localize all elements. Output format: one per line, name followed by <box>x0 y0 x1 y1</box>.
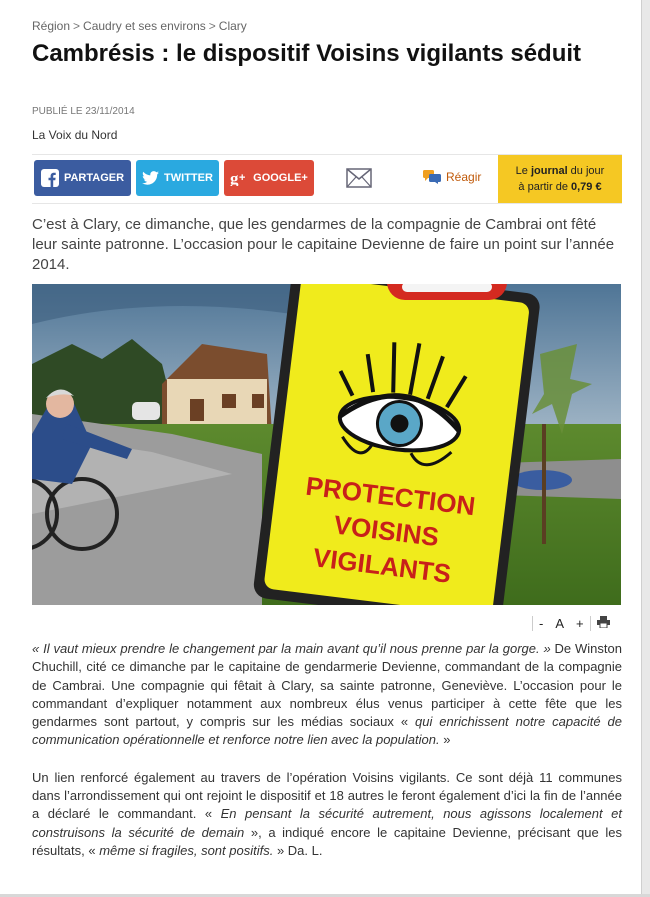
journal-line-2: à partir de 0,79 € <box>518 181 602 193</box>
twitter-share-button[interactable]: TWITTER <box>136 160 219 196</box>
breadcrumb-item-caudry[interactable]: Caudry et ses environs <box>83 19 206 33</box>
svg-text:g: g <box>230 170 239 186</box>
font-size-label: A <box>555 615 565 631</box>
facebook-icon <box>40 169 59 187</box>
article-tools: - A + <box>532 613 616 633</box>
paragraph-2: Un lien renforcé également au travers de… <box>32 769 622 858</box>
breadcrumb-item-clary[interactable]: Clary <box>219 19 247 33</box>
share-bar: PARTAGER TWITTER g + GOOGLE+ Réagir Le jo… <box>32 154 622 204</box>
mail-share-button[interactable] <box>346 168 372 188</box>
react-button[interactable]: Réagir <box>423 170 481 184</box>
breadcrumb-separator: > <box>208 19 216 33</box>
window-scrollbar[interactable] <box>641 0 650 897</box>
breadcrumb-separator: > <box>73 19 81 33</box>
google-plus-share-button[interactable]: g + GOOGLE+ <box>224 160 314 196</box>
google-plus-share-label: GOOGLE+ <box>253 172 308 184</box>
print-button[interactable] <box>589 615 616 631</box>
google-plus-icon: g + <box>230 170 248 186</box>
twitter-icon <box>142 171 159 185</box>
twitter-share-label: TWITTER <box>164 172 213 184</box>
paragraph-1: « Il vaut mieux prendre le changement pa… <box>32 641 622 748</box>
breadcrumb: Région > Caudry et ses environs > Clary <box>32 19 247 33</box>
print-icon <box>596 615 610 628</box>
breadcrumb-item-region[interactable]: Région <box>32 19 70 33</box>
font-increase-button[interactable]: + <box>570 616 590 631</box>
article-body: « Il vaut mieux prendre le changement pa… <box>32 640 622 860</box>
react-label: Réagir <box>446 170 482 184</box>
svg-text:+: + <box>239 172 245 184</box>
facebook-share-label: PARTAGER <box>63 172 125 184</box>
article-lead: C’est à Clary, ce dimanche, que les gend… <box>32 216 615 273</box>
page-title: Cambrésis : le dispositif Voisins vigila… <box>32 40 582 67</box>
journal-promo[interactable]: Le journal du jour à partir de 0,79 € <box>498 155 622 203</box>
comment-icon <box>423 170 441 184</box>
publish-date: PUBLIÉ LE 23/11/2014 <box>32 106 135 117</box>
article-photo[interactable]: PROTECTION VOISINS VIGILANTS <box>32 284 621 605</box>
mail-icon <box>346 168 372 188</box>
font-decrease-button[interactable]: - <box>532 615 549 631</box>
journal-line-1: Le journal du jour <box>515 165 605 177</box>
article-source: La Voix du Nord <box>32 128 118 142</box>
facebook-share-button[interactable]: PARTAGER <box>34 160 131 196</box>
